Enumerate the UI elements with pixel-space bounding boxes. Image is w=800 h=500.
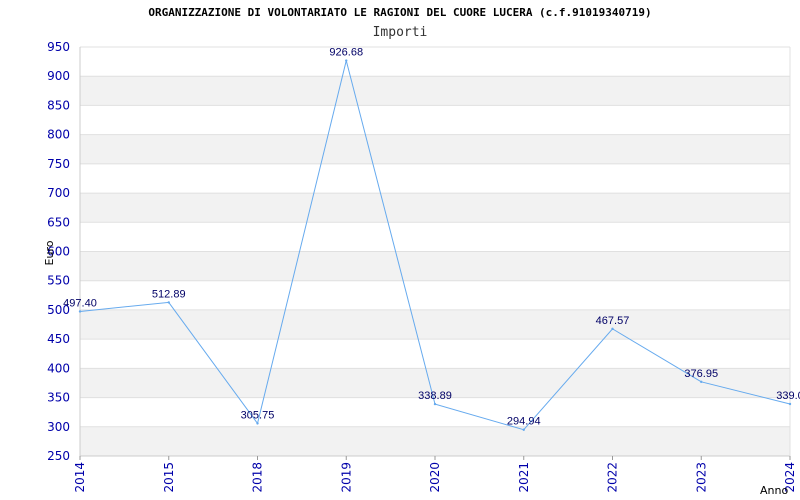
x-tick-label: 2020 (428, 462, 442, 493)
y-tick-label: 450 (47, 332, 70, 346)
y-tick-label: 400 (47, 361, 70, 375)
x-tick-label: 2018 (251, 462, 265, 493)
data-label: 305.75 (241, 409, 275, 421)
data-label: 512.89 (152, 288, 186, 300)
data-point (611, 327, 614, 331)
x-axis-title: Anno (760, 484, 788, 497)
y-tick-label: 750 (47, 157, 70, 171)
grid-band (80, 251, 790, 281)
x-tick-labels: 2014 2015 2018 2019 2020 2021 2022 2023 2024 (73, 456, 797, 493)
grid-band (80, 134, 790, 164)
data-point (256, 422, 259, 425)
data-point (433, 402, 437, 406)
y-tick-label: 950 (47, 40, 70, 54)
y-tick-label: 700 (47, 186, 70, 200)
data-point (78, 310, 82, 313)
data-point (345, 59, 348, 62)
y-tick-label: 350 (47, 391, 70, 405)
data-point (167, 301, 170, 304)
y-tick-label: 850 (47, 98, 70, 112)
grid-band (80, 426, 790, 456)
grid-band (80, 309, 790, 340)
x-tick-label: 2019 (339, 462, 353, 493)
y-tick-label: 650 (47, 215, 70, 229)
data-label: 467.57 (596, 315, 630, 327)
data-label: 497.40 (63, 297, 97, 309)
x-tick-label: 2023 (694, 462, 708, 493)
y-tick-label: 300 (47, 420, 70, 434)
data-label: 294.94 (507, 416, 541, 428)
grid-band (80, 76, 790, 106)
x-tick-label: 2015 (162, 462, 176, 493)
x-tick-label: 2021 (517, 462, 531, 493)
data-point (788, 402, 792, 406)
x-tick-label: 2014 (73, 462, 87, 493)
y-tick-label: 800 (47, 128, 70, 142)
data-label: 376.95 (684, 368, 718, 380)
data-point (700, 380, 703, 384)
data-point (522, 428, 525, 431)
grid-band (80, 193, 790, 223)
data-label: 338.89 (418, 390, 452, 402)
y-tick-label: 550 (47, 274, 70, 288)
y-tick-label: 900 (47, 69, 70, 83)
data-label: 339.0 (776, 390, 800, 402)
x-tick-label: 2022 (606, 462, 620, 493)
y-tick-label: 250 (47, 449, 70, 463)
data-label: 926.68 (329, 47, 363, 59)
line-chart: 2503003504004505005506006507007508008509… (43, 40, 800, 497)
y-axis-title: Euro (43, 240, 56, 265)
